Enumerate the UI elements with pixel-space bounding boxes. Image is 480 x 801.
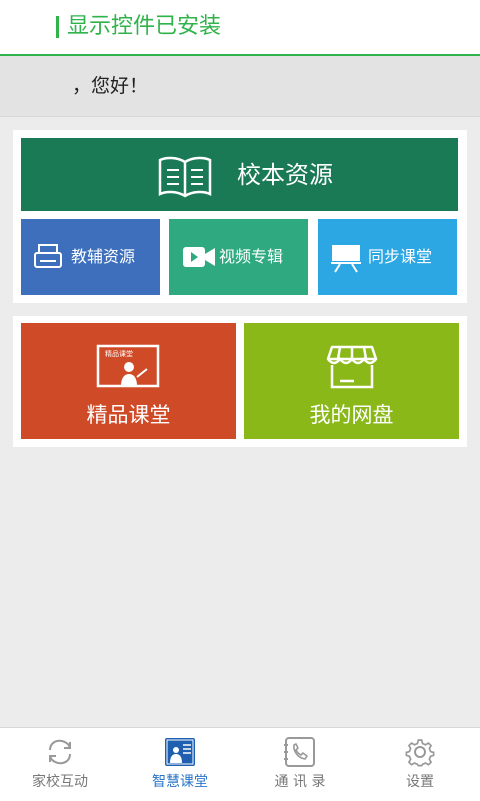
printer-icon — [33, 243, 63, 275]
storefront-icon — [326, 343, 378, 395]
video-camera-icon — [181, 243, 217, 275]
school-resources-tile[interactable]: 校本资源 — [21, 138, 458, 211]
tab-home-school-label: 家校互动 — [32, 774, 88, 790]
whiteboard-icon — [330, 243, 362, 277]
tutoring-resources-label: 教辅资源 — [71, 247, 136, 266]
page-title: 显示控件已安装 — [67, 14, 222, 39]
tab-smart-classroom-label: 智慧课堂 — [152, 774, 208, 790]
tab-settings[interactable]: 设置 — [360, 728, 480, 801]
tab-contacts-label: 通 讯 录 — [274, 774, 326, 790]
my-netdisk-label: 我的网盘 — [309, 403, 394, 427]
quality-classroom-label: 精品课堂 — [86, 403, 171, 427]
school-resources-label: 校本资源 — [237, 161, 333, 189]
smart-classroom-icon — [162, 736, 198, 772]
greeting-text: ，您好！ — [72, 75, 149, 97]
gear-icon — [402, 736, 438, 772]
tutoring-resources-tile[interactable]: 教辅资源 — [21, 219, 160, 295]
sync-classroom-label: 同步课堂 — [368, 247, 433, 266]
open-book-icon — [157, 154, 213, 204]
my-netdisk-tile[interactable]: 我的网盘 — [244, 323, 459, 439]
video-album-tile[interactable]: 视频专辑 — [169, 219, 308, 295]
greeting-bar: ，您好！ — [0, 56, 480, 117]
bottom-tab-bar: 家校互动 智慧课堂 通 讯 录 设置 — [0, 727, 480, 801]
tab-settings-label: 设置 — [406, 774, 434, 790]
tab-home-school[interactable]: 家校互动 — [0, 728, 120, 801]
video-album-label: 视频专辑 — [219, 247, 284, 266]
resources-panel: 校本资源 教辅资源 视频专辑 同步课堂 — [13, 130, 467, 303]
app-header: 显示控件已安装 — [0, 0, 480, 56]
presentation-board-icon: 精品课堂 — [95, 343, 161, 395]
sync-icon — [42, 736, 78, 772]
header-accent-bar — [56, 16, 59, 38]
phone-book-icon — [282, 736, 318, 772]
features-panel: 精品课堂 精品课堂 我的网盘 — [13, 316, 467, 447]
tab-contacts[interactable]: 通 讯 录 — [240, 728, 360, 801]
svg-text:精品课堂: 精品课堂 — [105, 349, 133, 358]
sync-classroom-tile[interactable]: 同步课堂 — [318, 219, 457, 295]
tab-smart-classroom[interactable]: 智慧课堂 — [120, 728, 240, 801]
quality-classroom-tile[interactable]: 精品课堂 精品课堂 — [21, 323, 236, 439]
